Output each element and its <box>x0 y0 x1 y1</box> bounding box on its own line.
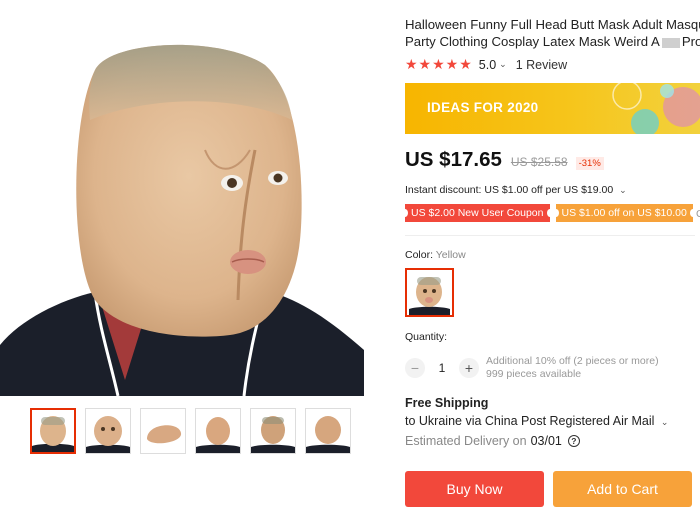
color-swatch-yellow[interactable] <box>405 268 454 317</box>
add-to-cart-button[interactable]: Add to Cart <box>553 471 692 507</box>
estimated-delivery: Estimated Delivery on 03/01 ? <box>405 434 580 448</box>
original-price: US $25.58 <box>510 155 568 169</box>
star-rating-icon: ★★★★★ <box>405 56 473 72</box>
shipping-title: Free Shipping <box>405 396 489 410</box>
store-coupon[interactable]: US $1.00 off on US $10.00 <box>552 204 697 222</box>
quantity-label: Quantity: <box>405 331 448 343</box>
chevron-down-icon: ⌄ <box>499 59 507 69</box>
thumbnail-3[interactable] <box>140 408 186 454</box>
thumbnail-strip <box>30 408 351 454</box>
quantity-stepper: − 1 + Additional 10% off (2 pieces or mo… <box>405 355 659 381</box>
promo-banner[interactable]: IDEAS FOR 2020 <box>405 83 700 134</box>
color-label: Color: Yellow <box>405 249 466 261</box>
estimated-delivery-label: Estimated Delivery on <box>405 434 527 448</box>
quantity-note: Additional 10% off (2 pieces or more) 99… <box>486 355 659 381</box>
color-value: Yellow <box>435 249 466 261</box>
banner-text: IDEAS FOR 2020 <box>427 100 539 115</box>
minus-icon[interactable]: − <box>405 358 425 378</box>
shipping-method[interactable]: to Ukraine via China Post Registered Air… <box>405 414 668 428</box>
title-line-2: Party Clothing Cosplay Latex Mask Weird … <box>405 33 700 50</box>
coupon-row: US $2.00 New User Coupon US $1.00 off on… <box>405 204 697 222</box>
divider <box>405 235 695 236</box>
title-line-2-end: Prop <box>681 34 700 49</box>
review-count-link[interactable]: 1 Review <box>516 58 567 72</box>
quantity-note-line-2: 999 pieces available <box>486 368 582 380</box>
price-row: US $17.65 US $25.58 -31% <box>405 148 604 172</box>
thumbnail-2[interactable] <box>85 408 131 454</box>
rating-row[interactable]: ★★★★★ 5.0 ⌄ 1 Review <box>405 56 567 73</box>
main-product-image[interactable] <box>0 0 364 396</box>
chevron-down-icon: ⌄ <box>619 185 627 195</box>
quantity-value[interactable]: 1 <box>425 361 459 375</box>
thumbnail-5[interactable] <box>250 408 296 454</box>
thumbnail-6[interactable] <box>305 408 351 454</box>
rating-score: 5.0 <box>478 57 497 72</box>
product-info-panel: Halloween Funny Full Head Butt Mask Adul… <box>405 0 700 517</box>
plus-icon[interactable]: + <box>459 358 479 378</box>
coupon-overflow-text: G <box>696 208 700 220</box>
quantity-note-line-1: Additional 10% off (2 pieces or more) <box>486 355 659 367</box>
title-line-1: Halloween Funny Full Head Butt Mask Adul… <box>405 17 700 32</box>
title-line-2-start: Party Clothing Cosplay Latex Mask Weird … <box>405 34 660 49</box>
instant-discount-text: Instant discount: US $1.00 off per US $1… <box>405 184 614 196</box>
delivery-date: 03/01 <box>530 434 562 448</box>
thumbnail-1[interactable] <box>30 408 76 454</box>
question-circle-icon[interactable]: ? <box>567 435 580 447</box>
chevron-down-icon: ⌄ <box>660 417 669 427</box>
product-title: Halloween Funny Full Head Butt Mask Adul… <box>405 16 700 50</box>
discount-badge: -31% <box>575 157 604 170</box>
buy-now-button[interactable]: Buy Now <box>405 471 544 507</box>
thumbnail-4[interactable] <box>195 408 241 454</box>
censor-block <box>661 37 680 48</box>
color-label-text: Color: <box>405 249 434 261</box>
shipping-method-text: to Ukraine via China Post Registered Air… <box>405 414 655 428</box>
instant-discount[interactable]: Instant discount: US $1.00 off per US $1… <box>405 184 627 196</box>
new-user-coupon[interactable]: US $2.00 New User Coupon <box>405 204 552 222</box>
current-price: US $17.65 <box>405 148 502 171</box>
